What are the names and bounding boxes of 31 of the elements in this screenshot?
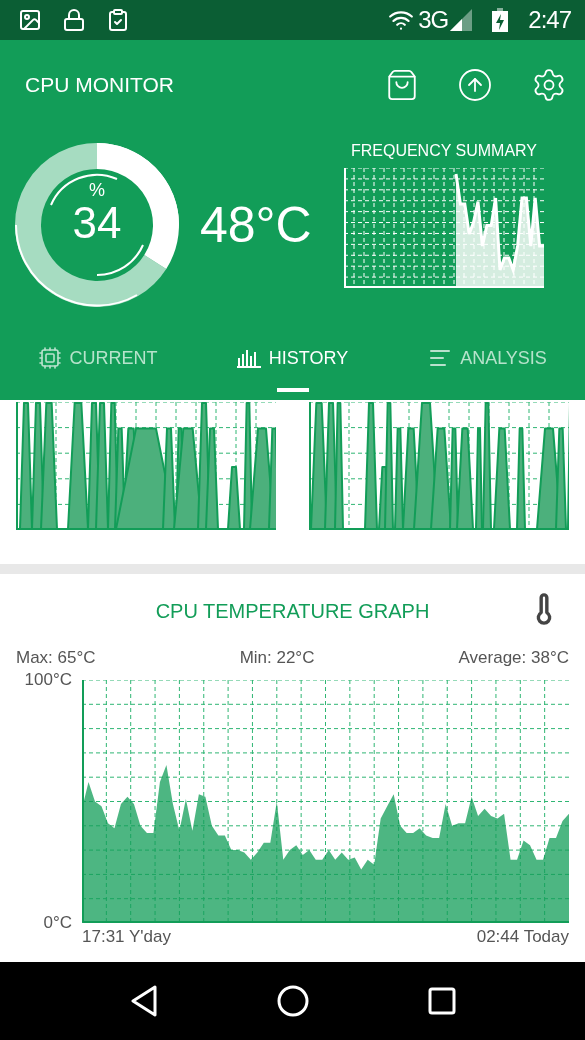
recents-icon[interactable] [427, 987, 456, 1015]
x-axis-label: 17:31 Y'day [82, 927, 171, 947]
tab[interactable]: CURRENT [0, 320, 195, 400]
network-type: 3G [418, 6, 449, 34]
signal-icon [450, 9, 473, 31]
temperature-value: 48°C [200, 196, 313, 254]
clock-time: 2:47 [528, 6, 571, 34]
temperature-stat: Min: 22°C [239, 648, 315, 669]
shopping-bag-icon[interactable] [385, 68, 419, 102]
frequency-summary-title: FREQUENCY SUMMARY [350, 142, 538, 160]
tab[interactable]: ANALYSIS [390, 320, 585, 400]
home-icon[interactable] [276, 985, 309, 1017]
bar-chart-icon [236, 348, 261, 368]
temperature-stat: Max: 65°C [16, 648, 96, 669]
temperature-stat: Average: 38°C [458, 648, 569, 669]
picture-icon [18, 8, 42, 32]
tab[interactable]: HISTORY [195, 320, 390, 400]
app-title: CPU MONITOR [25, 73, 174, 97]
lock-icon [62, 8, 86, 32]
usage-value: 34 [72, 201, 122, 245]
cpu-icon [37, 346, 62, 370]
tab-indicator [276, 388, 309, 392]
y-axis-label: 100°C [24, 670, 72, 690]
percent-symbol: % [89, 180, 105, 201]
y-axis-label: 0°C [43, 913, 72, 933]
card-title: CPU TEMPERATURE GRAPH [155, 599, 430, 623]
x-axis-label: 02:44 Today [476, 927, 569, 947]
upload-icon[interactable] [457, 67, 493, 103]
battery-icon [492, 8, 509, 32]
clipboard-check-icon [106, 8, 130, 32]
back-icon[interactable] [129, 985, 158, 1017]
